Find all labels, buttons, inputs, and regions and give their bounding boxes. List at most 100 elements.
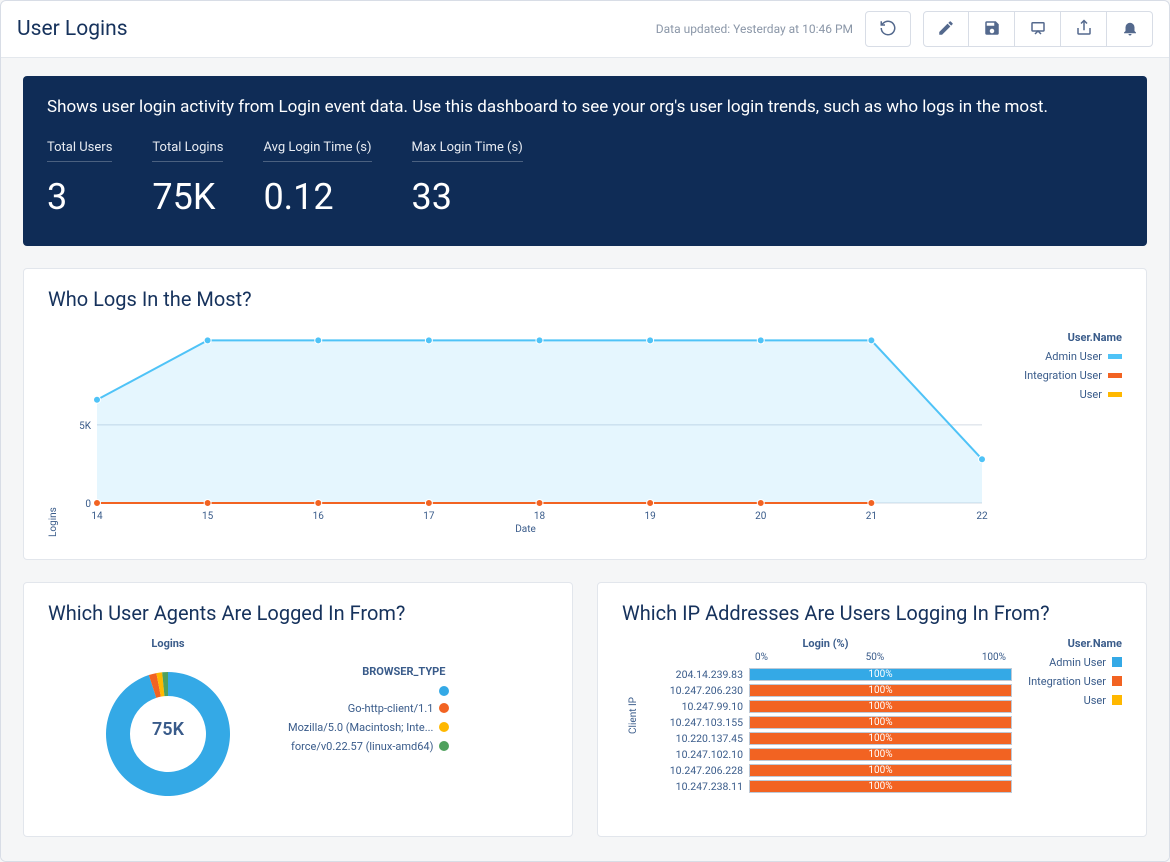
legend-admin-user[interactable]: Admin User (1049, 656, 1122, 669)
ip-bar: 100% (749, 764, 1012, 777)
notify-button[interactable] (1107, 11, 1153, 47)
ip-bar: 100% (749, 668, 1012, 681)
svg-text:5K: 5K (79, 421, 92, 432)
legend-integration-user[interactable]: Integration User (1024, 369, 1122, 382)
dashboard-description: Shows user login activity from Login eve… (47, 96, 1123, 120)
svg-text:16: 16 (313, 511, 325, 522)
presentation-icon (1029, 19, 1047, 40)
metric-max-login-time: Max Login Time (s) 33 (412, 140, 523, 218)
save-icon (983, 19, 1001, 40)
metric-value: 3 (47, 176, 112, 218)
svg-text:22: 22 (976, 511, 988, 522)
ip-label: 10.247.206.230 (639, 684, 749, 697)
legend-integration-user[interactable]: Integration User (1028, 675, 1122, 688)
svg-text:15: 15 (202, 511, 214, 522)
ip-bar: 100% (749, 748, 1012, 761)
ip-row[interactable]: 10.247.238.11100% (639, 779, 1012, 795)
ip-row[interactable]: 10.247.99.10100% (639, 699, 1012, 715)
panel-ip-addresses: Which IP Addresses Are Users Logging In … (597, 582, 1147, 837)
metrics-row: Total Users 3 Total Logins 75K Avg Login… (47, 140, 1123, 218)
legend-admin-user[interactable]: Admin User (1045, 350, 1122, 363)
ip-label: 10.247.99.10 (639, 700, 749, 713)
panel-title: Which IP Addresses Are Users Logging In … (622, 601, 1122, 625)
header-bar: User Logins Data updated: Yesterday at 1… (1, 1, 1169, 58)
ip-label: 10.220.137.45 (639, 732, 749, 745)
dashboard-frame: { "header": { "title": "User Logins", "d… (0, 0, 1170, 862)
panel-user-agents: Which User Agents Are Logged In From? Lo… (23, 582, 573, 837)
svg-text:17: 17 (423, 511, 435, 522)
swatch-icon (1112, 657, 1122, 667)
metric-avg-login-time: Avg Login Time (s) 0.12 (263, 140, 371, 218)
line-chart-svg: 05K141516171819202122Date (59, 323, 992, 533)
donut-wrap: Logins 75K BROWSER_TYPE Go-http-client/1… (48, 637, 548, 814)
metric-total-users: Total Users 3 (47, 140, 112, 218)
save-button[interactable] (969, 11, 1015, 47)
svg-text:14: 14 (91, 511, 103, 522)
share-icon (1075, 19, 1093, 40)
metric-value: 33 (412, 176, 523, 218)
swatch-icon (1108, 373, 1122, 378)
donut-axis-title: Logins (151, 637, 184, 650)
line-chart-area[interactable]: 05K141516171819202122Date (59, 323, 992, 537)
ip-axis-title: Login (%) (639, 637, 1012, 650)
ip-label: 10.247.102.10 (639, 748, 749, 761)
ip-row[interactable]: 204.14.239.83100% (639, 667, 1012, 683)
summary-card: Shows user login activity from Login eve… (23, 76, 1147, 246)
panel-who-logs-in: Who Logs In the Most? Logins 05K14151617… (23, 268, 1147, 560)
two-column-row: Which User Agents Are Logged In From? Lo… (23, 582, 1147, 837)
present-button[interactable] (1015, 11, 1061, 47)
swatch-icon (1108, 392, 1122, 397)
ip-label: 10.247.238.11 (639, 780, 749, 793)
legend-force[interactable]: force/v0.22.57 (linux-amd64) (288, 740, 449, 753)
page-title: User Logins (17, 17, 128, 41)
ip-row[interactable]: 10.247.206.230100% (639, 683, 1012, 699)
ip-row[interactable]: 10.247.103.155100% (639, 715, 1012, 731)
ip-bars-area[interactable]: Login (%) 0% 50% 100% 204.14.239.83100%1… (639, 637, 1012, 795)
ip-row[interactable]: 10.247.102.10100% (639, 747, 1012, 763)
ip-label: 204.14.239.83 (639, 668, 749, 681)
svg-text:20: 20 (755, 511, 767, 522)
svg-text:21: 21 (866, 511, 877, 522)
ip-bar: 100% (749, 700, 1012, 713)
undo-button[interactable] (865, 11, 911, 47)
swatch-icon (1112, 695, 1122, 705)
ip-y-axis-label: Client IP (622, 697, 639, 734)
metric-label: Total Logins (152, 140, 223, 162)
undo-icon (879, 19, 897, 40)
dot-icon (439, 722, 449, 732)
line-chart-row: Logins 05K141516171819202122Date User.Na… (48, 323, 1122, 537)
y-axis-label: Logins (48, 323, 59, 537)
ip-bar: 100% (749, 780, 1012, 793)
ip-label: 10.247.206.228 (639, 764, 749, 777)
share-button[interactable] (1061, 11, 1107, 47)
svg-text:18: 18 (534, 511, 546, 522)
panel-title: Which User Agents Are Logged In From? (48, 601, 548, 625)
toolbar-group (923, 11, 1153, 47)
ip-chart-row: Client IP Login (%) 0% 50% 100% 204.14.2… (622, 637, 1122, 795)
legend-go-http[interactable]: Go-http-client/1.1 (288, 702, 449, 715)
legend-user[interactable]: User (1084, 694, 1122, 707)
legend-user[interactable]: User (1080, 388, 1122, 401)
ip-row[interactable]: 10.220.137.45100% (639, 731, 1012, 747)
metric-value: 0.12 (263, 176, 371, 218)
legend-mozilla[interactable]: Mozilla/5.0 (Macintosh; Inte... (288, 721, 449, 734)
bell-icon (1121, 19, 1139, 40)
metric-label: Max Login Time (s) (412, 140, 523, 162)
dot-icon (439, 703, 449, 713)
edit-button[interactable] (923, 11, 969, 47)
legend-title: User.Name (1068, 331, 1122, 344)
dot-icon (439, 686, 449, 696)
line-legend: User.Name Admin User Integration User Us… (992, 323, 1122, 537)
legend-browser-unknown[interactable] (288, 686, 449, 696)
ip-row[interactable]: 10.247.206.228100% (639, 763, 1012, 779)
metric-value: 75K (152, 176, 223, 218)
metric-total-logins: Total Logins 75K (152, 140, 223, 218)
svg-text:Date: Date (515, 524, 536, 533)
ip-bar: 100% (749, 684, 1012, 697)
svg-text:19: 19 (645, 511, 656, 522)
data-updated-text: Data updated: Yesterday at 10:46 PM (656, 22, 853, 36)
legend-title: BROWSER_TYPE (288, 665, 449, 678)
ip-axis-ticks: 0% 50% 100% (749, 652, 1012, 663)
ip-bar: 100% (749, 716, 1012, 729)
legend-title: User.Name (1068, 637, 1122, 650)
